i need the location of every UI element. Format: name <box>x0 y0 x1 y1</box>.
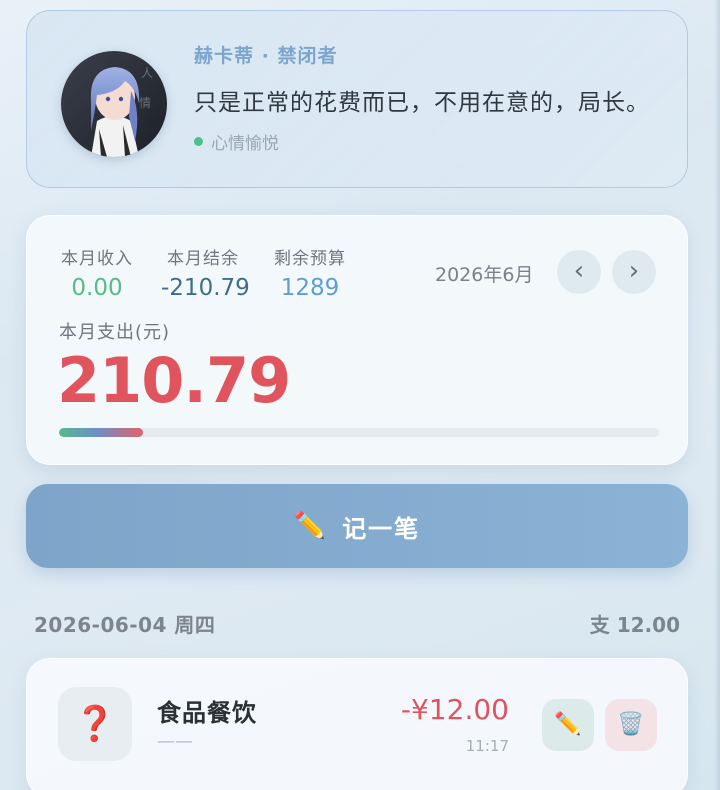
edit-transaction-button[interactable]: ✏️ <box>542 699 594 751</box>
expense-total: 210.79 <box>57 344 291 417</box>
budget-label: 剩余预算 <box>274 249 346 269</box>
income-stat: 本月收入 0.00 <box>59 244 135 301</box>
income-label: 本月收入 <box>61 249 133 269</box>
status-dot-icon <box>194 137 203 146</box>
day-group-total: 支 12.00 <box>589 613 680 637</box>
budget-stat: 剩余预算 1289 <box>271 244 349 301</box>
balance-label: 本月结余 <box>167 249 239 269</box>
svg-text:人: 人 <box>141 66 153 80</box>
character-quote: 只是正常的花费而已，不用在意的，局长。 <box>194 90 650 116</box>
budget-progress-bar <box>59 428 659 437</box>
transaction-item[interactable]: ❓ 食品餐饮 —— -¥12.00 11:17 ✏️ 🗑️ <box>26 658 688 790</box>
mood-status: 心情愉悦 <box>194 129 279 154</box>
add-record-button[interactable]: ✏️ 记一笔 <box>26 484 688 568</box>
budget-value: 1289 <box>280 275 340 301</box>
scrollbar[interactable] <box>714 0 720 790</box>
balance-value: -210.79 <box>161 275 250 301</box>
next-month-button[interactable]: › <box>612 250 656 294</box>
transaction-note: —— <box>157 731 193 752</box>
trash-icon: 🗑️ <box>617 712 645 737</box>
expense-label: 本月支出(元) <box>59 322 171 343</box>
prev-month-button[interactable]: ‹ <box>557 250 601 294</box>
transaction-category: 食品餐饮 <box>157 699 257 727</box>
pencil-icon: ✏️ <box>293 511 329 541</box>
character-name: 赫卡蒂 · 禁闭者 <box>194 45 338 67</box>
avatar-image: 人 情 <box>61 51 167 157</box>
transaction-amount: -¥12.00 <box>400 693 509 726</box>
chevron-left-icon: ‹ <box>573 256 585 286</box>
budget-progress-fill <box>59 428 143 437</box>
pencil-icon: ✏️ <box>554 712 582 737</box>
transaction-time: 11:17 <box>465 737 509 755</box>
character-avatar[interactable]: 人 情 <box>61 51 167 157</box>
monthly-summary-card: 本月收入 0.00 本月结余 -210.79 剩余预算 1289 2026年6月… <box>26 215 688 465</box>
day-group-date: 2026-06-04 周四 <box>34 613 216 637</box>
delete-transaction-button[interactable]: 🗑️ <box>605 699 657 751</box>
question-mark-icon: ❓ <box>58 687 132 761</box>
character-card: 人 情 赫卡蒂 · 禁闭者 只是正常的花费而已，不用在意的，局长。 心情愉悦 <box>26 10 688 188</box>
svg-text:情: 情 <box>139 96 151 110</box>
add-record-label: 记一笔 <box>342 514 421 543</box>
income-value: 0.00 <box>71 275 123 301</box>
balance-stat: 本月结余 -210.79 <box>161 244 250 301</box>
mood-label: 心情愉悦 <box>211 134 279 154</box>
chevron-right-icon: › <box>628 256 640 286</box>
current-month: 2026年6月 <box>435 264 534 286</box>
